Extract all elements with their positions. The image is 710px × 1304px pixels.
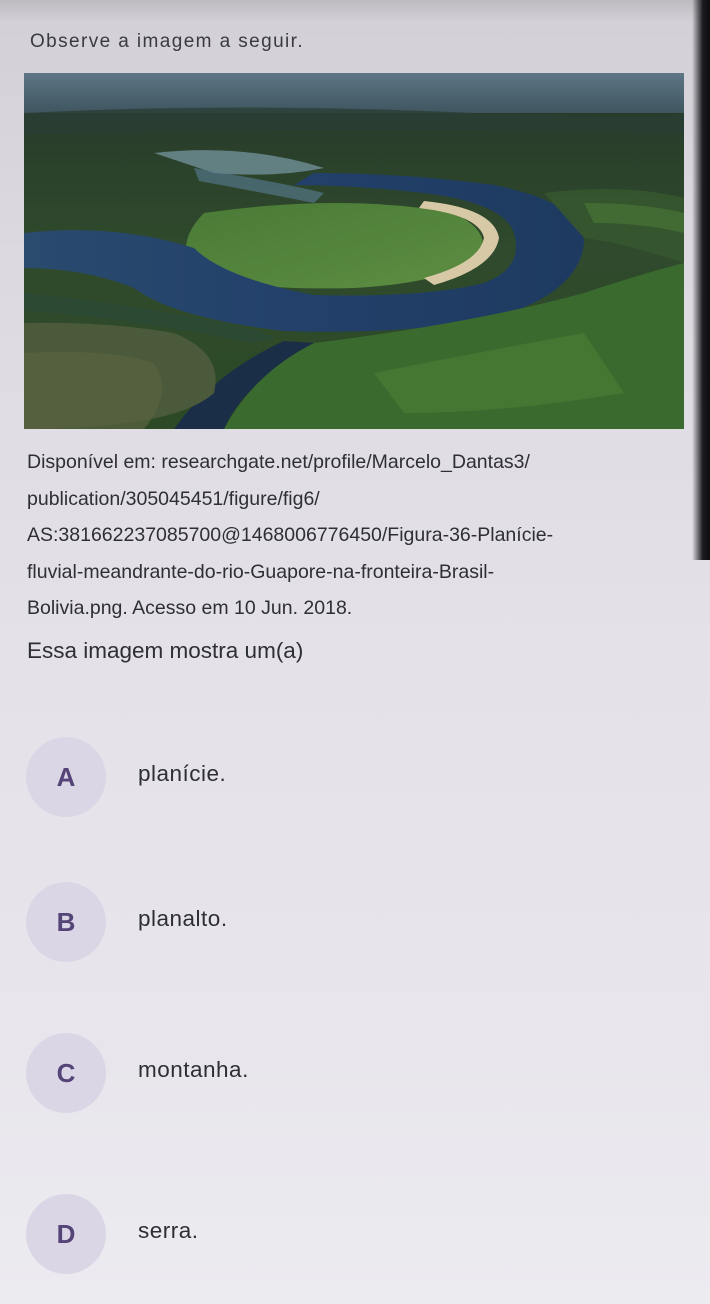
screen-bezel bbox=[692, 0, 710, 560]
option-letter-badge: B bbox=[26, 882, 106, 962]
top-shadow-strip bbox=[0, 0, 700, 22]
instruction-text: Observe a imagem a seguir. bbox=[30, 31, 305, 52]
option-text: serra. bbox=[138, 1218, 199, 1243]
option-a[interactable]: A planície. bbox=[26, 737, 666, 817]
option-letter-badge: A bbox=[26, 737, 106, 817]
image-source-caption: Disponível em: researchgate.net/profile/… bbox=[27, 444, 677, 627]
option-text: planície. bbox=[138, 761, 227, 786]
river-meander-photo bbox=[24, 73, 684, 429]
caption-line: Disponível em: researchgate.net/profile/… bbox=[27, 451, 530, 473]
caption-line: AS:381662237085700@1468006776450/Figura-… bbox=[27, 524, 554, 546]
option-letter-badge: D bbox=[26, 1194, 106, 1274]
option-text: planalto. bbox=[138, 906, 228, 931]
option-d[interactable]: D serra. bbox=[26, 1194, 666, 1274]
option-c[interactable]: C montanha. bbox=[26, 1033, 666, 1113]
caption-line: Bolivia.png. Acesso em 10 Jun. 2018. bbox=[27, 597, 353, 619]
caption-line: publication/305045451/figure/fig6/ bbox=[27, 487, 320, 510]
option-text: montanha. bbox=[138, 1057, 249, 1082]
option-letter-badge: C bbox=[26, 1033, 106, 1113]
question-prompt: Essa imagem mostra um(a) bbox=[27, 638, 304, 663]
option-b[interactable]: B planalto. bbox=[26, 882, 666, 962]
caption-line: fluvial-meandrante-do-rio-Guapore-na-fro… bbox=[27, 560, 495, 583]
